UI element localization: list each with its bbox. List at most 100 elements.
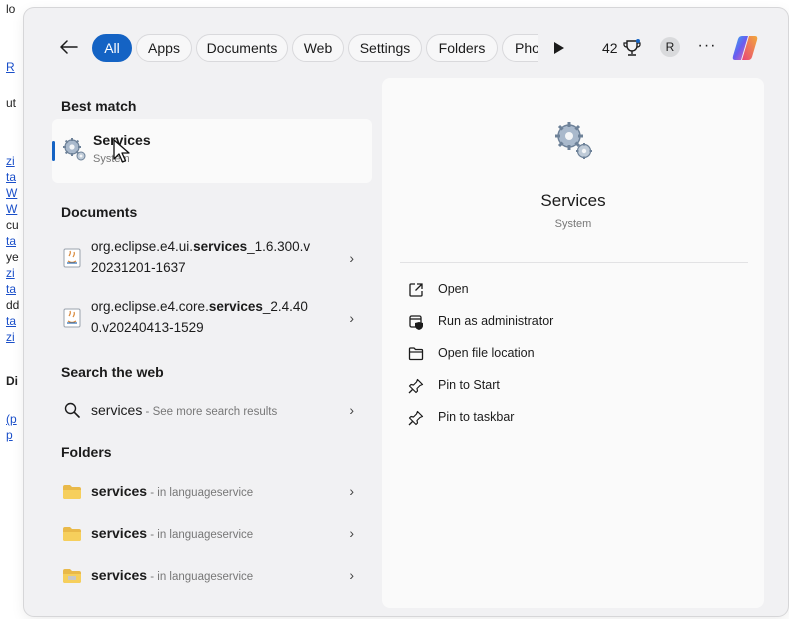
action-label: Run as administrator [438,314,554,328]
bg-link[interactable]: p [6,428,13,442]
folder-name-text: services - in languageservice [91,525,253,541]
doc-name-match: services [193,239,248,254]
admin-shield-icon [409,315,423,330]
doc-name-line2: 0.v20240413-1529 [91,320,204,335]
chevron-right-icon[interactable]: › [349,250,354,266]
document-name: org.eclipse.e4.core.services_2.4.40 0.v2… [91,296,331,338]
user-avatar[interactable]: R [660,37,680,57]
bg-link[interactable]: ta [6,282,16,296]
divider [400,262,748,263]
action-label: Pin to Start [438,378,500,392]
folder-name: services [91,567,148,583]
web-search-result[interactable]: services - See more search results › [52,390,372,430]
folder-result[interactable]: services - in languageservice › [52,558,372,594]
chevron-right-icon[interactable]: › [349,402,354,418]
tab-all[interactable]: All [92,34,132,62]
folder-name: services [91,483,148,499]
bg-fragment: ut [6,96,17,110]
document-result[interactable]: org.eclipse.e4.ui.services_1.6.300.v 202… [52,232,372,288]
bg-link[interactable]: zi [6,330,15,344]
bg-link[interactable]: (p [6,412,17,426]
back-arrow-icon [60,40,78,54]
more-filters-button[interactable] [549,38,569,58]
action-pin-to-start[interactable]: Pin to Start [408,375,608,397]
action-run-as-administrator[interactable]: Run as administrator [408,311,608,333]
bg-link[interactable]: ta [6,314,16,328]
services-gear-icon [63,138,86,161]
bg-link[interactable]: ta [6,170,16,184]
jar-file-icon [63,308,81,328]
bg-link[interactable]: R [6,60,15,74]
doc-name-line2: 20231201-1637 [91,260,186,275]
document-result[interactable]: org.eclipse.e4.core.services_2.4.40 0.v2… [52,292,372,348]
bg-link[interactable]: zi [6,266,15,280]
bg-fragment: ye [6,250,19,264]
bg-fragment: cu [6,218,19,232]
action-label: Open file location [438,346,535,360]
chevron-right-icon[interactable]: › [349,567,354,583]
doc-name-prefix: org.eclipse.e4.core. [91,299,209,314]
doc-name-prefix: org.eclipse.e4.ui. [91,239,194,254]
copilot-icon[interactable] [729,32,761,64]
chevron-right-icon[interactable]: › [349,525,354,541]
tab-settings[interactable]: Settings [348,34,422,62]
tab-documents[interactable]: Documents [196,34,288,62]
jar-file-icon [63,248,81,268]
bg-link[interactable]: W [6,202,17,216]
mouse-cursor-icon [113,139,130,163]
folder-open-icon [408,347,424,361]
search-icon [64,402,80,418]
folder-icon [63,527,81,541]
web-query-hint: - See more search results [142,406,278,418]
folder-icon [63,569,81,583]
pin-icon [408,410,424,426]
folder-location: - in languageservice [147,487,254,499]
bg-fragment: Di [6,374,18,388]
folder-location: - in languageservice [147,529,254,541]
web-query: services [91,402,143,418]
search-web-heading: Search the web [61,364,164,380]
document-name: org.eclipse.e4.ui.services_1.6.300.v 202… [91,236,331,278]
folder-result[interactable]: services - in languageservice › [52,474,372,510]
action-open-file-location[interactable]: Open file location [408,343,608,365]
tab-folders[interactable]: Folders [426,34,498,62]
rewards-points: 42 [602,40,618,56]
folder-location: - in languageservice [147,571,254,583]
doc-name-match: services [208,299,263,314]
filter-bar: All Apps Documents Web Settings Folders … [24,8,788,88]
preview-subtitle: System [554,218,592,230]
background-page: lo R ut zi ta W W cu ta ye zi ta dd ta z… [0,0,24,619]
folder-result[interactable]: services - in languageservice › [52,516,372,552]
action-open[interactable]: Open [408,279,608,301]
action-label: Pin to taskbar [438,410,515,424]
search-flyout: All Apps Documents Web Settings Folders … [24,8,788,616]
tab-apps[interactable]: Apps [136,34,192,62]
tab-photos[interactable]: Pho [502,34,538,62]
action-pin-to-taskbar[interactable]: Pin to taskbar [408,407,608,429]
bg-link[interactable]: ta [6,234,16,248]
services-gear-icon [555,122,592,159]
preview-title: Services [540,191,606,210]
more-options-button[interactable]: ··· [696,38,718,58]
play-arrow-icon [554,42,564,54]
action-label: Open [438,282,469,296]
results-list: Best match Services System Documents org… [52,78,372,608]
documents-heading: Documents [61,204,138,220]
folder-name-text: services - in languageservice [91,567,253,583]
open-external-icon [409,283,423,297]
bg-link[interactable]: zi [6,154,15,168]
pin-icon [408,378,424,394]
back-button[interactable] [57,36,81,58]
tab-web[interactable]: Web [292,34,344,62]
chevron-right-icon[interactable]: › [349,483,354,499]
preview-panel: Services System Open Run as administrato… [382,78,764,608]
bg-link[interactable]: W [6,186,17,200]
best-match-services[interactable]: Services System [52,119,372,183]
selection-indicator [52,141,55,161]
doc-name-suffix: _1.6.300.v [247,239,311,254]
web-query-text: services - See more search results [91,402,277,418]
chevron-right-icon[interactable]: › [349,310,354,326]
folder-name-text: services - in languageservice [91,483,253,499]
rewards-trophy-icon[interactable] [622,38,642,58]
bg-fragment: lo [6,2,16,16]
